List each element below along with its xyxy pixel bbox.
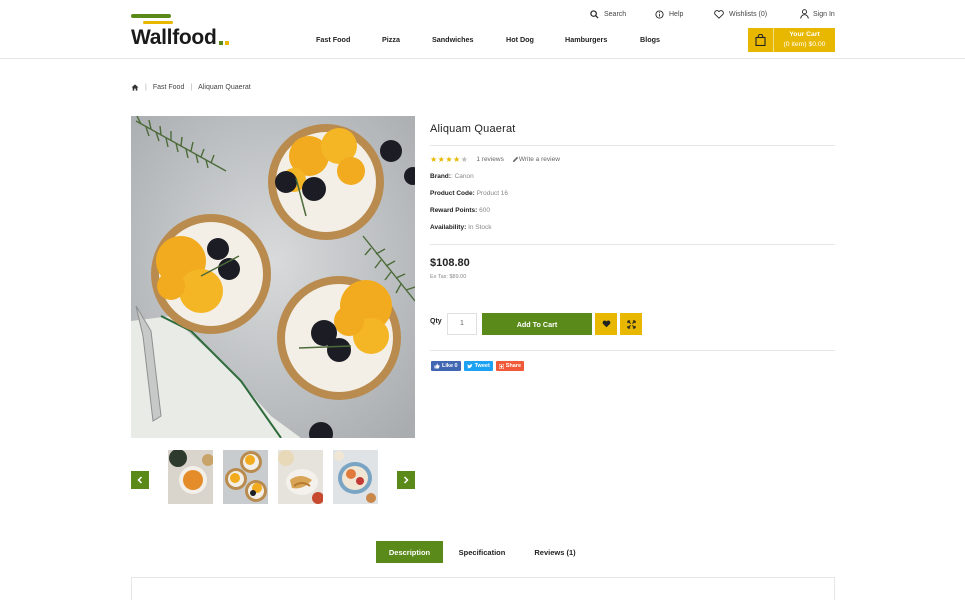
reviews-link[interactable]: 1 reviews	[476, 156, 503, 163]
thumbnail-image	[278, 450, 323, 504]
thumbnail-image	[223, 450, 268, 504]
spec-brand: Brand:: Canon	[430, 173, 474, 180]
thumbnail-3[interactable]	[278, 450, 323, 504]
spec-value: Product 16	[476, 190, 509, 197]
search-icon	[590, 9, 599, 19]
share-label: Share	[505, 363, 522, 369]
cart-summary: (0 item) $0.00	[783, 41, 826, 48]
add-to-wishlist-button[interactable]	[595, 313, 617, 335]
write-review-label: Write a review	[518, 156, 560, 163]
spec-label: Reward Points:	[430, 207, 478, 214]
user-icon	[800, 9, 809, 19]
chevron-right-icon	[403, 476, 409, 484]
thumbnail-4[interactable]	[333, 450, 378, 504]
thumbnail-1[interactable]	[168, 450, 213, 504]
nav-item-hamburgers[interactable]: Hamburgers	[565, 35, 607, 44]
qty-label: Qty	[430, 318, 442, 325]
thumbnail-image	[333, 450, 378, 504]
star-rating: ★★★★★	[430, 155, 468, 164]
facebook-like-button[interactable]: Like 0	[431, 361, 461, 371]
logo-text: Wallfood	[131, 26, 217, 49]
tart-photo	[131, 116, 415, 438]
shopping-bag-icon	[755, 34, 766, 46]
thumbnail-prev-button[interactable]	[131, 471, 149, 489]
tab-specification[interactable]: Specification	[450, 541, 514, 563]
breadcrumb: | Fast Food | Aliquam Quaerat	[131, 84, 251, 91]
divider	[430, 244, 835, 245]
quantity-input[interactable]: 1	[447, 313, 477, 335]
cart-title: Your Cart	[789, 31, 820, 38]
nav-item-sandwiches[interactable]: Sandwiches	[432, 35, 474, 44]
spec-label: Availability:	[430, 224, 467, 231]
heart-icon	[714, 9, 724, 19]
spec-value[interactable]: : Canon	[451, 173, 474, 180]
help-label: Help	[669, 10, 684, 18]
tab-reviews[interactable]: Reviews (1)	[524, 541, 586, 563]
compare-button[interactable]	[620, 313, 642, 335]
divider	[430, 350, 835, 351]
info-icon	[655, 9, 664, 19]
tweet-label: Tweet	[474, 363, 490, 369]
twitter-icon	[466, 363, 473, 368]
tweet-button[interactable]: Tweet	[463, 361, 493, 371]
spec-reward-points: Reward Points: 600	[430, 207, 490, 214]
home-icon[interactable]	[131, 84, 139, 91]
spec-product-code: Product Code: Product 16	[430, 190, 508, 197]
nav-item-blogs[interactable]: Blogs	[640, 35, 660, 44]
cart-button[interactable]: Your Cart (0 item) $0.00	[748, 28, 835, 52]
tab-content-panel	[131, 577, 835, 600]
product-price: $108.80	[430, 257, 470, 269]
help-link[interactable]: Help	[655, 7, 683, 21]
chevron-left-icon	[137, 476, 143, 484]
wishlist-link[interactable]: Wishlists (0)	[714, 7, 767, 21]
spec-value: In Stock	[468, 224, 492, 231]
write-review-link[interactable]: Write a review	[512, 156, 560, 163]
pencil-icon	[512, 156, 519, 163]
spec-value: 600	[479, 207, 490, 214]
cart-text: Your Cart (0 item) $0.00	[774, 30, 835, 50]
thumbnail-2[interactable]	[223, 450, 268, 504]
star-icon: ★★★★	[430, 155, 461, 164]
breadcrumb-separator: |	[190, 84, 193, 91]
thumbnail-carousel	[131, 450, 415, 504]
cart-icon-box	[748, 28, 774, 52]
logo-stripe	[143, 21, 173, 24]
tab-description[interactable]: Description	[376, 541, 443, 563]
spec-label: Brand:	[430, 173, 451, 180]
breadcrumb-item-current[interactable]: Aliquam Quaerat	[198, 84, 251, 91]
site-header: Wallfood Search Help Wishlists (0) Sign …	[0, 0, 965, 59]
wishlist-label: Wishlists (0)	[729, 10, 768, 18]
breadcrumb-separator: |	[145, 84, 147, 91]
nav-item-hot-dog[interactable]: Hot Dog	[506, 35, 534, 44]
logo-dots	[219, 40, 231, 47]
product-title: Aliquam Quaerat	[430, 123, 516, 135]
star-icon: ★	[460, 155, 469, 164]
product-main-image[interactable]	[131, 116, 415, 438]
signin-label: Sign In	[813, 10, 835, 18]
search-link[interactable]: Search	[590, 7, 626, 21]
spec-availability: Availability: In Stock	[430, 224, 492, 231]
thumbnail-next-button[interactable]	[397, 471, 415, 489]
rating-row: ★★★★★ 1 reviews Write a review	[430, 155, 560, 164]
top-links: Search Help Wishlists (0) Sign In	[0, 7, 965, 21]
share-button[interactable]: Share	[495, 361, 525, 371]
nav-item-pizza[interactable]: Pizza	[382, 35, 400, 44]
nav-item-fast-food[interactable]: Fast Food	[316, 35, 350, 44]
compare-arrows-icon	[626, 319, 636, 329]
signin-link[interactable]: Sign In	[800, 7, 835, 21]
breadcrumb-item-fast-food[interactable]: Fast Food	[153, 84, 185, 91]
spec-label: Product Code:	[430, 190, 475, 197]
search-label: Search	[604, 10, 627, 18]
social-share-buttons: Like 0 Tweet Share	[431, 361, 527, 371]
facebook-like-label: Like 0	[442, 363, 458, 369]
add-to-cart-button[interactable]: Add To Cart	[482, 313, 592, 335]
divider	[430, 145, 835, 146]
ex-tax-price: Ex Tax: $89.00	[430, 274, 467, 280]
thumbs-up-icon	[434, 363, 440, 369]
thumbnail-image	[168, 450, 213, 504]
plus-icon	[498, 363, 504, 369]
heart-icon	[602, 320, 610, 328]
